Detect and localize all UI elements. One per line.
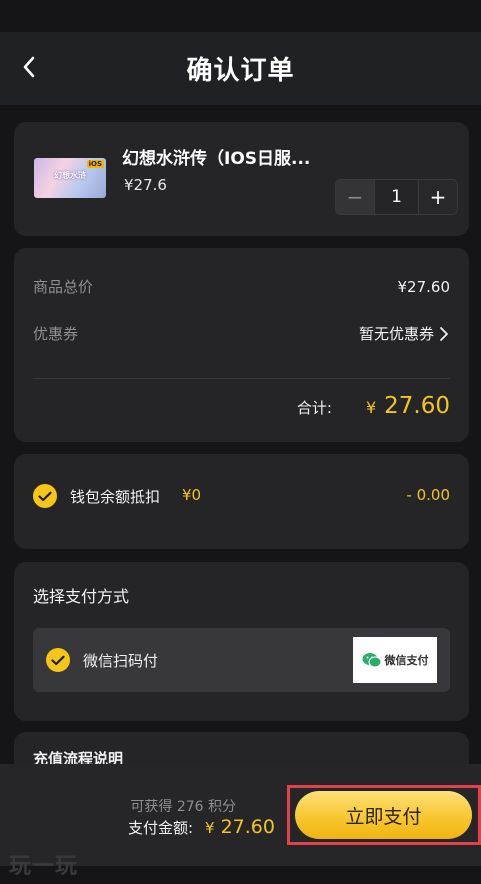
subtotal-label: 商品总价: [33, 278, 94, 296]
chevron-left-icon: [23, 56, 35, 78]
check-icon: [51, 655, 65, 665]
pay-value: 27.60: [220, 816, 275, 838]
wallet-deduction: - 0.00: [406, 486, 450, 504]
back-button[interactable]: [14, 52, 44, 82]
pay-now-button[interactable]: 立即支付: [295, 791, 472, 839]
pay-total: 支付金额: ¥ 27.60: [128, 816, 275, 838]
divider: [33, 378, 450, 379]
product-name: 幻想水浒传（IOS日服...: [122, 149, 311, 169]
coupon-row: 优惠券 暂无优惠券: [33, 323, 450, 344]
payment-checkbox[interactable]: [46, 648, 70, 672]
product-thumbnail[interactable]: iOS 幻想水浒: [34, 158, 106, 198]
watermark: 玩一玩: [9, 854, 79, 879]
wallet-balance: ¥0: [182, 486, 202, 504]
decrement-button[interactable]: −: [336, 180, 374, 214]
coupon-label: 优惠券: [33, 325, 79, 343]
payment-method-label: 微信扫码付: [83, 652, 159, 670]
status-strip: [0, 0, 481, 32]
product-price: ¥27.6: [124, 176, 167, 194]
pay-label: 支付金额:: [127, 819, 194, 837]
payment-method-card: 选择支付方式 微信扫码付 微信支付: [14, 562, 469, 721]
wechat-pay-text: 微信支付: [384, 654, 429, 667]
increment-button[interactable]: +: [419, 180, 457, 214]
top-nav-bar: 确认订单: [0, 32, 481, 105]
total-currency: ¥: [365, 398, 377, 417]
points-earned: 可获得 276 积分: [130, 799, 236, 815]
payment-option-wechat[interactable]: 微信扫码付 微信支付: [33, 628, 450, 692]
pay-currency: ¥: [205, 819, 215, 837]
total-row: 合计: ¥ 27.60: [297, 393, 450, 419]
wallet-card: 钱包余额抵扣 ¥0 - 0.00: [14, 454, 469, 549]
total-value: 27.60: [384, 393, 450, 419]
subtotal-value: ¥27.60: [397, 277, 451, 296]
product-card: iOS 幻想水浒 幻想水浒传（IOS日服... ¥27.6 − 1 +: [14, 122, 469, 236]
quantity-input[interactable]: 1: [374, 180, 419, 214]
coupon-value: 暂无优惠券: [358, 325, 434, 343]
page-title: 确认订单: [186, 56, 295, 86]
check-icon: [38, 491, 52, 501]
payment-section-title: 选择支付方式: [33, 587, 130, 606]
coupon-selector[interactable]: 暂无优惠券: [359, 323, 450, 344]
total-label: 合计:: [296, 399, 332, 417]
game-logo: 幻想水浒: [54, 171, 86, 180]
platform-badge: iOS: [86, 160, 104, 168]
wechat-pay-logo: 微信支付: [353, 637, 437, 683]
wallet-label: 钱包余额抵扣: [70, 488, 161, 506]
wechat-icon: [362, 652, 381, 667]
subtotal-row: 商品总价 ¥27.60: [33, 276, 450, 297]
price-summary-card: 商品总价 ¥27.60 优惠券 暂无优惠券 合计: ¥ 27.60: [14, 248, 469, 442]
quantity-stepper: − 1 +: [335, 179, 458, 215]
wallet-checkbox[interactable]: [33, 484, 57, 508]
chevron-right-icon: [440, 326, 448, 341]
